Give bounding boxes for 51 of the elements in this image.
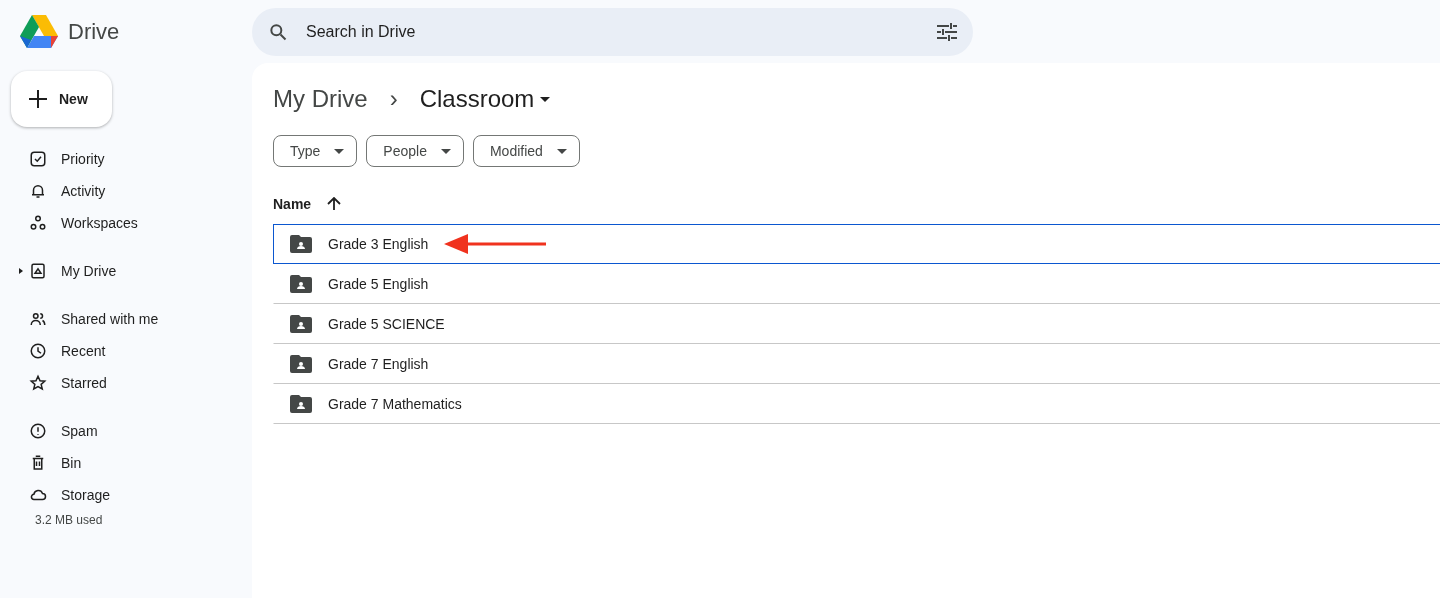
new-button[interactable]: New bbox=[11, 71, 112, 127]
app-name: Drive bbox=[68, 18, 120, 45]
folder-row[interactable]: Grade 5 SCIENCE bbox=[273, 304, 1440, 344]
sort-arrow-icon[interactable] bbox=[327, 197, 342, 211]
search-icon bbox=[268, 21, 288, 42]
dropdown-icon bbox=[556, 148, 567, 154]
folder-row[interactable]: Grade 7 Mathematics bbox=[273, 384, 1440, 424]
filter-chip[interactable]: Modified bbox=[472, 135, 580, 167]
nav-item[interactable]: Shared with me bbox=[0, 303, 252, 335]
clock-icon bbox=[29, 342, 47, 360]
breadcrumb-link[interactable]: My Drive bbox=[273, 85, 368, 113]
shared-folder-icon bbox=[290, 275, 312, 293]
plus-icon bbox=[29, 90, 47, 108]
breadcrumb-separator: › bbox=[389, 85, 398, 113]
drive-logo-icon bbox=[20, 14, 58, 49]
circles-icon bbox=[29, 214, 47, 232]
arrow-icon bbox=[444, 234, 547, 254]
checkbox-icon bbox=[29, 150, 47, 168]
filter-chip[interactable]: People bbox=[366, 135, 464, 167]
shared-folder-icon bbox=[290, 395, 312, 413]
shared-folder-icon bbox=[290, 315, 312, 333]
expand-caret-icon[interactable] bbox=[18, 268, 24, 274]
warning-icon bbox=[29, 422, 47, 440]
nav-item[interactable]: Priority bbox=[0, 143, 252, 175]
nav-item[interactable]: Starred bbox=[0, 367, 252, 399]
filter-chip[interactable]: Type bbox=[273, 135, 358, 167]
shared-folder-icon bbox=[290, 355, 312, 373]
search-bar[interactable]: Search in Drive bbox=[252, 7, 973, 56]
column-header[interactable]: Name bbox=[273, 196, 312, 212]
storage-usage: 3.2 MB used bbox=[34, 513, 104, 527]
folder-row[interactable]: Grade 7 English bbox=[273, 344, 1440, 384]
nav-item[interactable]: Bin bbox=[0, 447, 252, 479]
nav-item[interactable]: Recent bbox=[0, 335, 252, 367]
dropdown-icon bbox=[440, 148, 451, 154]
folder-row[interactable]: Grade 5 English bbox=[273, 264, 1440, 304]
nav-item[interactable]: Storage bbox=[0, 479, 252, 511]
bell-icon bbox=[29, 182, 47, 200]
drive-icon bbox=[29, 262, 47, 280]
nav-item[interactable]: Spam bbox=[0, 415, 252, 447]
star-icon bbox=[29, 374, 47, 392]
filter-sliders-icon[interactable] bbox=[937, 22, 957, 41]
nav-item[interactable]: My Drive bbox=[0, 255, 252, 287]
shared-folder-icon bbox=[290, 235, 312, 253]
nav-item[interactable]: Activity bbox=[0, 175, 252, 207]
dropdown-icon bbox=[334, 148, 345, 154]
nav-item[interactable]: Workspaces bbox=[0, 207, 252, 239]
search-field[interactable]: Search in Drive bbox=[304, 21, 921, 42]
folder-row[interactable]: Grade 3 English bbox=[273, 224, 1440, 264]
people-icon bbox=[29, 310, 47, 328]
current-folder-menu[interactable]: Classroom bbox=[419, 85, 551, 113]
dropdown-icon bbox=[540, 96, 551, 102]
